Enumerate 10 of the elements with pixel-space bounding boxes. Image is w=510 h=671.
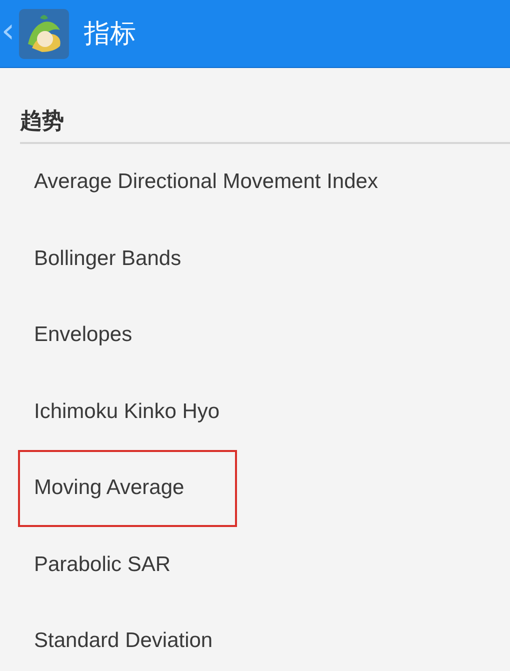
list-item[interactable]: Parabolic SAR <box>18 526 510 603</box>
list-item[interactable]: Envelopes <box>18 297 510 374</box>
list-item[interactable]: Bollinger Bands <box>18 220 510 297</box>
section-title: 趋势 <box>20 109 64 134</box>
list-item[interactable]: Standard Deviation <box>18 603 510 671</box>
list-item[interactable]: Average Directional Movement Index <box>18 144 510 220</box>
highlighted-list-item[interactable]: Moving Average <box>18 450 237 526</box>
app-logo-icon <box>18 8 70 60</box>
list-item[interactable]: Ichimoku Kinko Hyo <box>18 374 510 450</box>
page-title: 指标 <box>84 18 136 51</box>
